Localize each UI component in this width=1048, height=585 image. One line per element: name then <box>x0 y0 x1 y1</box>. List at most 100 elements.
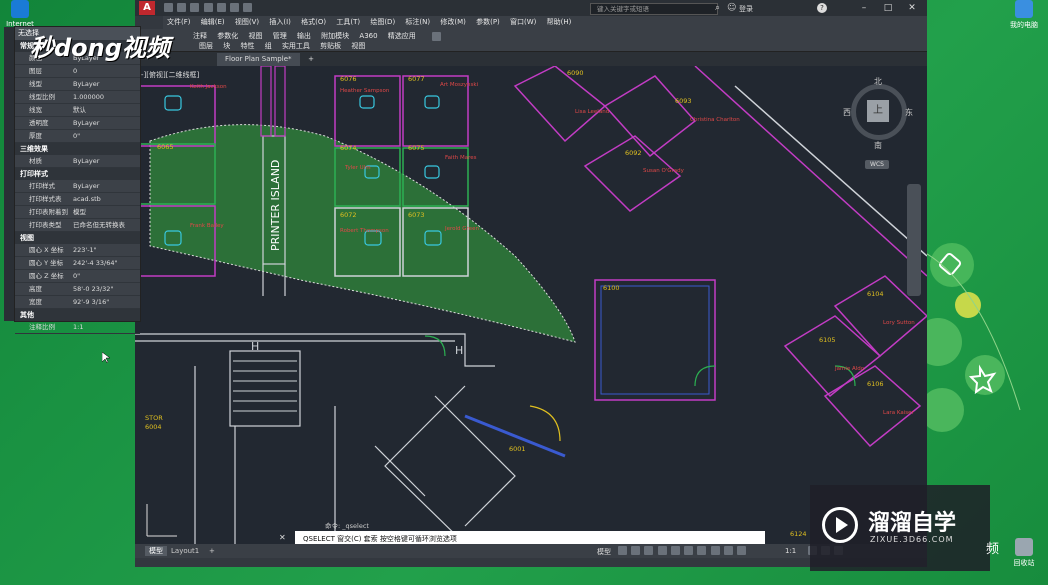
lineweight-icon[interactable] <box>697 546 707 555</box>
prop-value[interactable]: 223'-1" <box>73 244 97 256</box>
navigation-bar[interactable] <box>907 184 921 296</box>
menu-insert[interactable]: 插入(I) <box>265 16 295 29</box>
new-icon[interactable] <box>164 3 173 12</box>
undo-icon[interactable] <box>230 3 240 12</box>
menu-format[interactable]: 格式(O) <box>297 16 330 29</box>
desktop-icon-recycle-bin[interactable]: 回收站 <box>1004 538 1044 568</box>
prop-value[interactable]: ByLayer <box>73 180 99 192</box>
new-tab-button[interactable]: + <box>305 53 317 65</box>
compass-south[interactable]: 南 <box>874 140 882 151</box>
close-button[interactable]: ✕ <box>901 0 923 16</box>
prop-value[interactable]: 默认 <box>73 104 86 116</box>
prop-row[interactable]: 线型 ByLayer <box>15 78 140 91</box>
model-space-button[interactable]: 模型 <box>597 547 611 557</box>
add-layout-button[interactable]: + <box>209 546 215 556</box>
prop-value[interactable]: 242'-4 33/64" <box>73 257 117 269</box>
command-line[interactable]: ✕ QSELECT 窗交(C) 套索 按空格键可循环浏览选项 <box>279 531 765 545</box>
section-3d-effects[interactable]: 三维效果 <box>15 143 140 155</box>
desktop-icon-computer[interactable]: 我的电脑 <box>1004 0 1044 30</box>
viewport-controls[interactable]: -][俯视][二维线框] <box>141 70 199 80</box>
polar-icon[interactable] <box>657 546 667 555</box>
prop-row[interactable]: 图层 0 <box>15 65 140 78</box>
selection-cycling-icon[interactable] <box>723 546 733 555</box>
login-button[interactable]: 登录 <box>739 4 753 14</box>
menu-draw[interactable]: 绘图(D) <box>366 16 399 29</box>
menu-edit[interactable]: 编辑(E) <box>197 16 229 29</box>
desktop-icon-internet[interactable]: Internet <box>0 0 40 28</box>
prop-row[interactable]: 线宽 默认 <box>15 104 140 117</box>
ribbon-toggle-icon[interactable] <box>432 31 442 41</box>
open-icon[interactable] <box>177 3 187 12</box>
save-icon[interactable] <box>190 3 200 12</box>
search-input[interactable]: 键入关键字或短语 <box>590 3 718 15</box>
prop-row[interactable]: 打印样式 ByLayer <box>15 180 140 193</box>
menu-window[interactable]: 窗口(W) <box>506 16 540 29</box>
annotation-icon[interactable] <box>737 546 747 555</box>
osnap-icon[interactable] <box>670 546 680 555</box>
tab-layout1[interactable]: Layout1 <box>171 546 199 556</box>
help-button[interactable]: ? <box>817 3 827 13</box>
prop-value[interactable]: ByLayer <box>73 78 99 90</box>
transparency-icon[interactable] <box>710 546 720 555</box>
section-misc[interactable]: 其他 <box>15 309 140 321</box>
compass-north[interactable]: 北 <box>874 76 882 87</box>
prop-row[interactable]: 厚度 0" <box>15 130 140 143</box>
close-command-icon[interactable]: ✕ <box>279 533 286 542</box>
minimize-button[interactable]: – <box>853 0 875 16</box>
viewcube-top-face[interactable]: 上 <box>867 100 889 122</box>
menu-dimension[interactable]: 标注(N) <box>401 16 434 29</box>
menu-parametric[interactable]: 参数(P) <box>472 16 504 29</box>
prop-value[interactable]: 已命名但无转换表 <box>73 219 125 231</box>
prop-row[interactable]: 圆心 Z 坐标 0" <box>15 270 140 283</box>
wcs-menu[interactable]: WCS <box>865 160 889 169</box>
viewcube[interactable]: 上 北 南 东 西 WCS <box>843 76 913 176</box>
menu-modify[interactable]: 修改(M) <box>436 16 470 29</box>
prop-value[interactable]: 0" <box>73 130 80 142</box>
section-view[interactable]: 视图 <box>15 232 140 244</box>
snap-icon[interactable] <box>631 546 641 555</box>
autocad-logo-icon[interactable]: A <box>139 1 155 15</box>
prop-row[interactable]: 宽度 92'-9 3/16" <box>15 296 140 309</box>
palette-title-strip[interactable] <box>4 27 14 321</box>
menu-help[interactable]: 帮助(H) <box>543 16 576 29</box>
prop-value[interactable]: 92'-9 3/16" <box>73 296 109 308</box>
command-prompt[interactable]: QSELECT 窗交(C) 套索 按空格键可循环浏览选项 <box>303 534 457 544</box>
tab-model[interactable]: 模型 <box>145 546 167 556</box>
prop-value[interactable]: 1.000000 <box>73 91 104 103</box>
prop-value[interactable]: 0 <box>73 65 77 77</box>
prop-row[interactable]: 高度 58'-0 23/32" <box>15 283 140 296</box>
redo-icon[interactable] <box>243 3 253 12</box>
annotation-scale[interactable]: 1:1 <box>785 547 796 555</box>
prop-value[interactable]: acad.stb <box>73 193 101 205</box>
maximize-button[interactable]: □ <box>877 0 899 16</box>
compass-east[interactable]: 东 <box>905 107 913 118</box>
prop-value[interactable]: ByLayer <box>73 155 99 167</box>
prop-value[interactable]: 58'-0 23/32" <box>73 283 113 295</box>
prop-row[interactable]: 圆心 X 坐标 223'-1" <box>15 244 140 257</box>
prop-value[interactable]: 1:1 <box>73 321 83 333</box>
prop-row[interactable]: 注释比例 1:1 <box>15 321 140 334</box>
prop-value[interactable]: ByLayer <box>73 117 99 129</box>
prop-row[interactable]: 线型比例 1.000000 <box>15 91 140 104</box>
compass-west[interactable]: 西 <box>843 107 851 118</box>
prop-row[interactable]: 材质 ByLayer <box>15 155 140 168</box>
tab-floor-plan-sample[interactable]: Floor Plan Sample* <box>217 53 300 66</box>
drawing-canvas[interactable]: PRINTER ISLAND H H 6076 6077 6074 6075 6… <box>135 66 927 544</box>
grid-icon[interactable] <box>618 546 627 555</box>
prop-row[interactable]: 透明度 ByLayer <box>15 117 140 130</box>
print-icon[interactable] <box>216 3 226 12</box>
menu-tools[interactable]: 工具(T) <box>332 16 364 29</box>
prop-value[interactable]: 模型 <box>73 206 86 218</box>
otrack-icon[interactable] <box>684 546 694 555</box>
prop-row[interactable]: 打印表类型 已命名但无转换表 <box>15 219 140 232</box>
floor-plan-drawing[interactable]: PRINTER ISLAND H H 6076 6077 6074 6075 6… <box>135 66 927 544</box>
search-icon[interactable]: ⌕ <box>715 3 720 13</box>
save-as-icon[interactable] <box>203 3 213 12</box>
prop-value[interactable]: 0" <box>73 270 80 282</box>
ribbon-tab-featured[interactable]: 精选应用 <box>384 30 420 43</box>
menu-view[interactable]: 视图(V) <box>231 16 263 29</box>
ortho-icon[interactable] <box>644 546 654 555</box>
section-plot-style[interactable]: 打印样式 <box>15 168 140 180</box>
prop-row[interactable]: 圆心 Y 坐标 242'-4 33/64" <box>15 257 140 270</box>
prop-row[interactable]: 打印样式表 acad.stb <box>15 193 140 206</box>
